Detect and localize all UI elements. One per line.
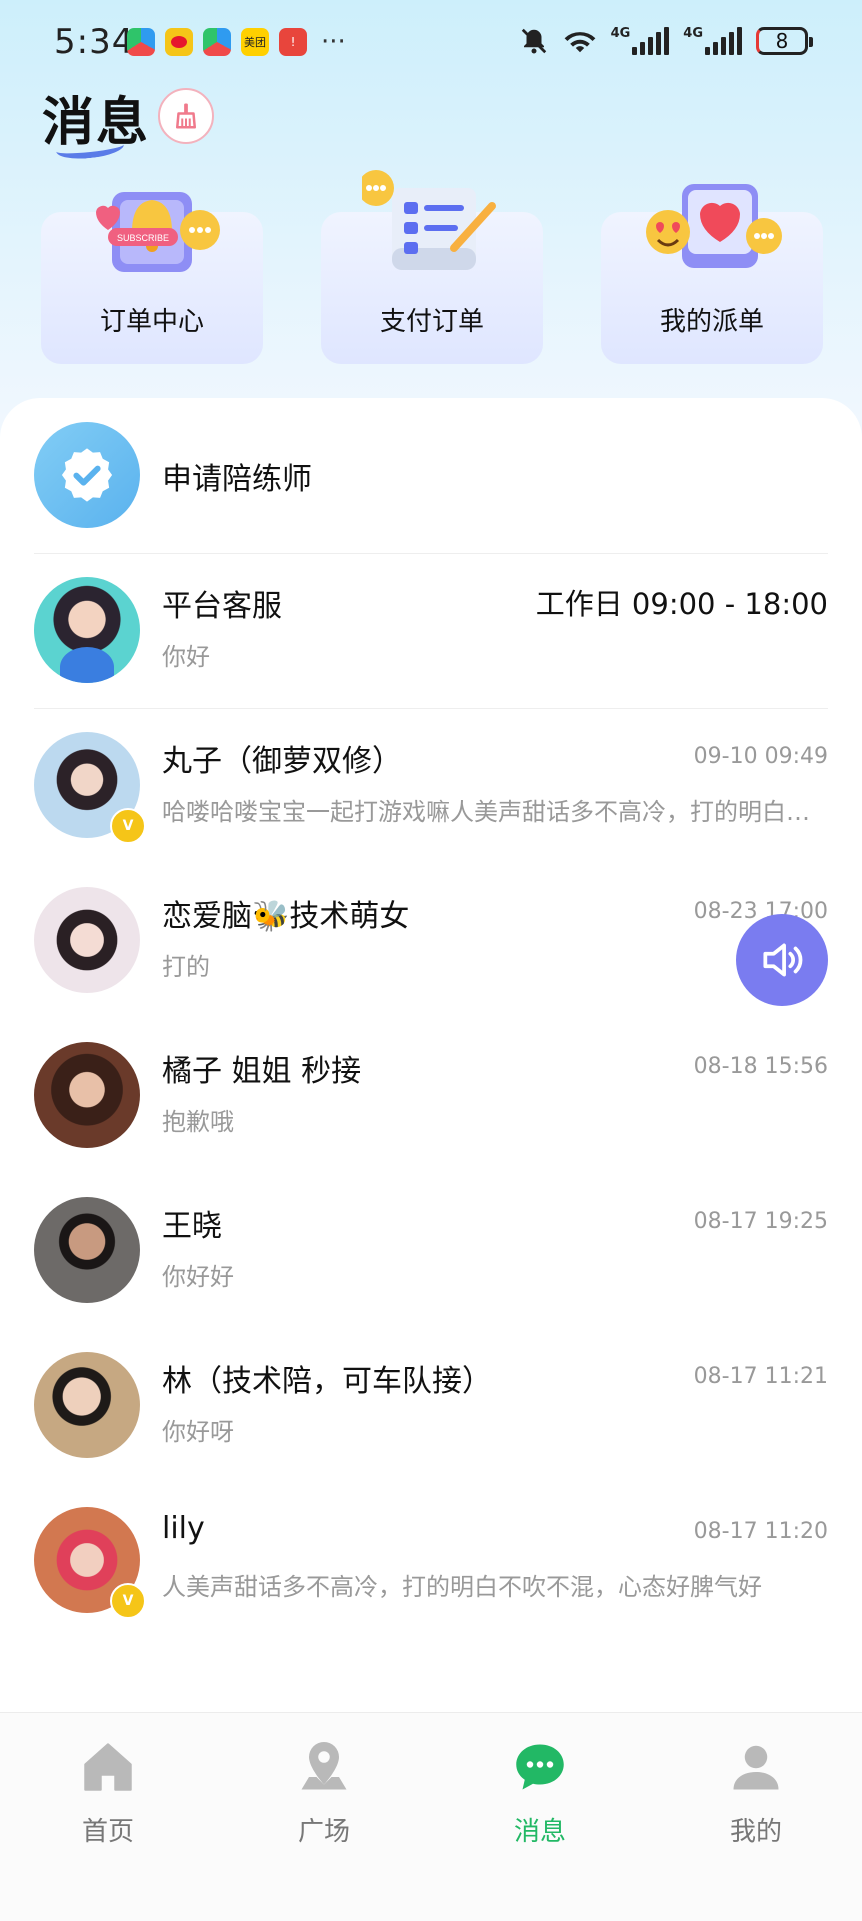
avatar — [34, 887, 140, 993]
avatar — [34, 1197, 140, 1303]
message-time: 09-10 09:49 — [693, 744, 828, 769]
status-bar: 5:34 美团 ! ··· 4G 4G 8 — [0, 0, 862, 90]
avatar — [34, 1352, 140, 1458]
svg-text:SUBSCRIBE: SUBSCRIBE — [117, 233, 169, 243]
contact-name: 王晓 — [162, 1209, 222, 1244]
conversation-item[interactable]: 橘子 姐姐 秒接 08-18 15:56 抱歉哦 — [34, 1042, 828, 1148]
order-center-card[interactable]: SUBSCRIBE 订单中心 — [41, 192, 263, 364]
divider — [34, 708, 828, 709]
service-hours: 工作日 09:00 - 18:00 — [535, 587, 828, 621]
message-time: 08-18 15:56 — [693, 1054, 828, 1079]
notification-icons: 美团 ! ··· — [127, 28, 346, 56]
card-label: 订单中心 — [99, 307, 204, 337]
browser-icon — [203, 28, 231, 56]
contact-name: 恋爱脑🐝技术萌女 — [162, 899, 410, 934]
tab-mine[interactable]: 我的 — [696, 1737, 816, 1848]
tab-square[interactable]: 广场 — [264, 1737, 384, 1848]
conversation-item[interactable]: 平台客服 工作日 09:00 - 18:00 你好 — [34, 577, 828, 683]
message-time: 08-17 11:20 — [693, 1519, 828, 1544]
apply-trainer-row[interactable]: 申请陪练师 — [34, 422, 828, 528]
message-time: 08-17 11:21 — [693, 1364, 828, 1389]
tab-label: 首页 — [81, 1817, 134, 1847]
status-time: 5:34 — [54, 22, 135, 62]
user-icon — [733, 1745, 779, 1790]
last-message: 你好好 — [162, 1263, 234, 1291]
tab-label: 我的 — [729, 1817, 782, 1847]
tab-messages[interactable]: 消息 — [480, 1737, 600, 1848]
broom-icon — [176, 103, 196, 129]
last-message: 抱歉哦 — [162, 1108, 234, 1136]
conversation-item[interactable]: 林（技术陪，可车队接） 08-17 11:21 你好呀 — [34, 1352, 828, 1458]
speaker-icon — [763, 943, 803, 977]
conversation-item[interactable]: 王晓 08-17 19:25 你好好 — [34, 1197, 828, 1303]
last-message: 你好呀 — [162, 1418, 234, 1446]
bell-icon: SUBSCRIBE — [96, 192, 220, 272]
verified-badge: V — [110, 808, 146, 844]
more-icon: ··· — [321, 27, 346, 57]
system-icons: 4G 4G 8 — [519, 26, 813, 56]
tab-home[interactable]: 首页 — [48, 1737, 168, 1848]
card-label: 支付订单 — [379, 307, 484, 337]
apply-label: 申请陪练师 — [162, 462, 312, 497]
my-dispatch-card[interactable]: 我的派单 — [601, 184, 823, 364]
avatar — [34, 1042, 140, 1148]
browser-icon — [127, 28, 155, 56]
meituan-icon: 美团 — [241, 28, 269, 56]
divider — [34, 553, 828, 554]
app-icon: ! — [279, 28, 307, 56]
home-icon — [84, 1743, 132, 1791]
card-label: 我的派单 — [659, 307, 764, 337]
weibo-icon — [165, 28, 193, 56]
contact-name: 林（技术陪，可车队接） — [162, 1364, 492, 1399]
last-message: 打的 — [162, 953, 210, 981]
pay-order-card[interactable]: 支付订单 — [321, 170, 543, 364]
last-message: 人美声甜话多不高冷，打的明白不吹不混，心态好脾气好 — [162, 1573, 762, 1601]
cellular-signal-2: 4G — [683, 27, 742, 55]
contact-name: 平台客服 — [162, 589, 282, 624]
avatar — [34, 577, 140, 683]
contact-name: 丸子（御萝双修） — [162, 744, 402, 779]
verify-badge-icon — [34, 422, 140, 528]
verified-badge: V — [110, 1583, 146, 1619]
conversation-item[interactable]: V lily 08-17 11:20 人美声甜话多不高冷，打的明白不吹不混，心态… — [34, 1507, 828, 1619]
battery-indicator: 8 — [756, 27, 813, 55]
speaker-button[interactable] — [736, 914, 828, 1006]
last-message: 你好 — [162, 643, 210, 671]
location-icon — [301, 1742, 347, 1790]
heart-icon — [646, 184, 782, 268]
last-message: 哈喽哈喽宝宝一起打游戏嘛人美声甜话多不高冷，打的明白不吹不混 — [162, 798, 828, 826]
chat-icon — [516, 1744, 564, 1790]
cellular-signal-1: 4G — [611, 27, 670, 55]
conversation-item[interactable]: 恋爱脑🐝技术萌女 08-23 17:00 打的 — [34, 887, 828, 993]
tab-label: 广场 — [297, 1817, 350, 1847]
message-time: 08-17 19:25 — [693, 1209, 828, 1234]
bottom-navigation: 首页 广场 消息 我的 — [0, 1712, 862, 1921]
wifi-icon — [564, 32, 595, 53]
contact-name: 橘子 姐姐 秒接 — [162, 1054, 362, 1089]
contact-name: lily — [162, 1511, 205, 1546]
mute-bell-icon — [521, 28, 546, 54]
tab-label: 消息 — [513, 1817, 566, 1847]
checklist-icon — [362, 170, 496, 270]
clear-unread-button[interactable] — [158, 88, 214, 144]
conversation-item[interactable]: V 丸子（御萝双修） 09-10 09:49 哈喽哈喽宝宝一起打游戏嘛人美声甜话… — [34, 732, 828, 844]
